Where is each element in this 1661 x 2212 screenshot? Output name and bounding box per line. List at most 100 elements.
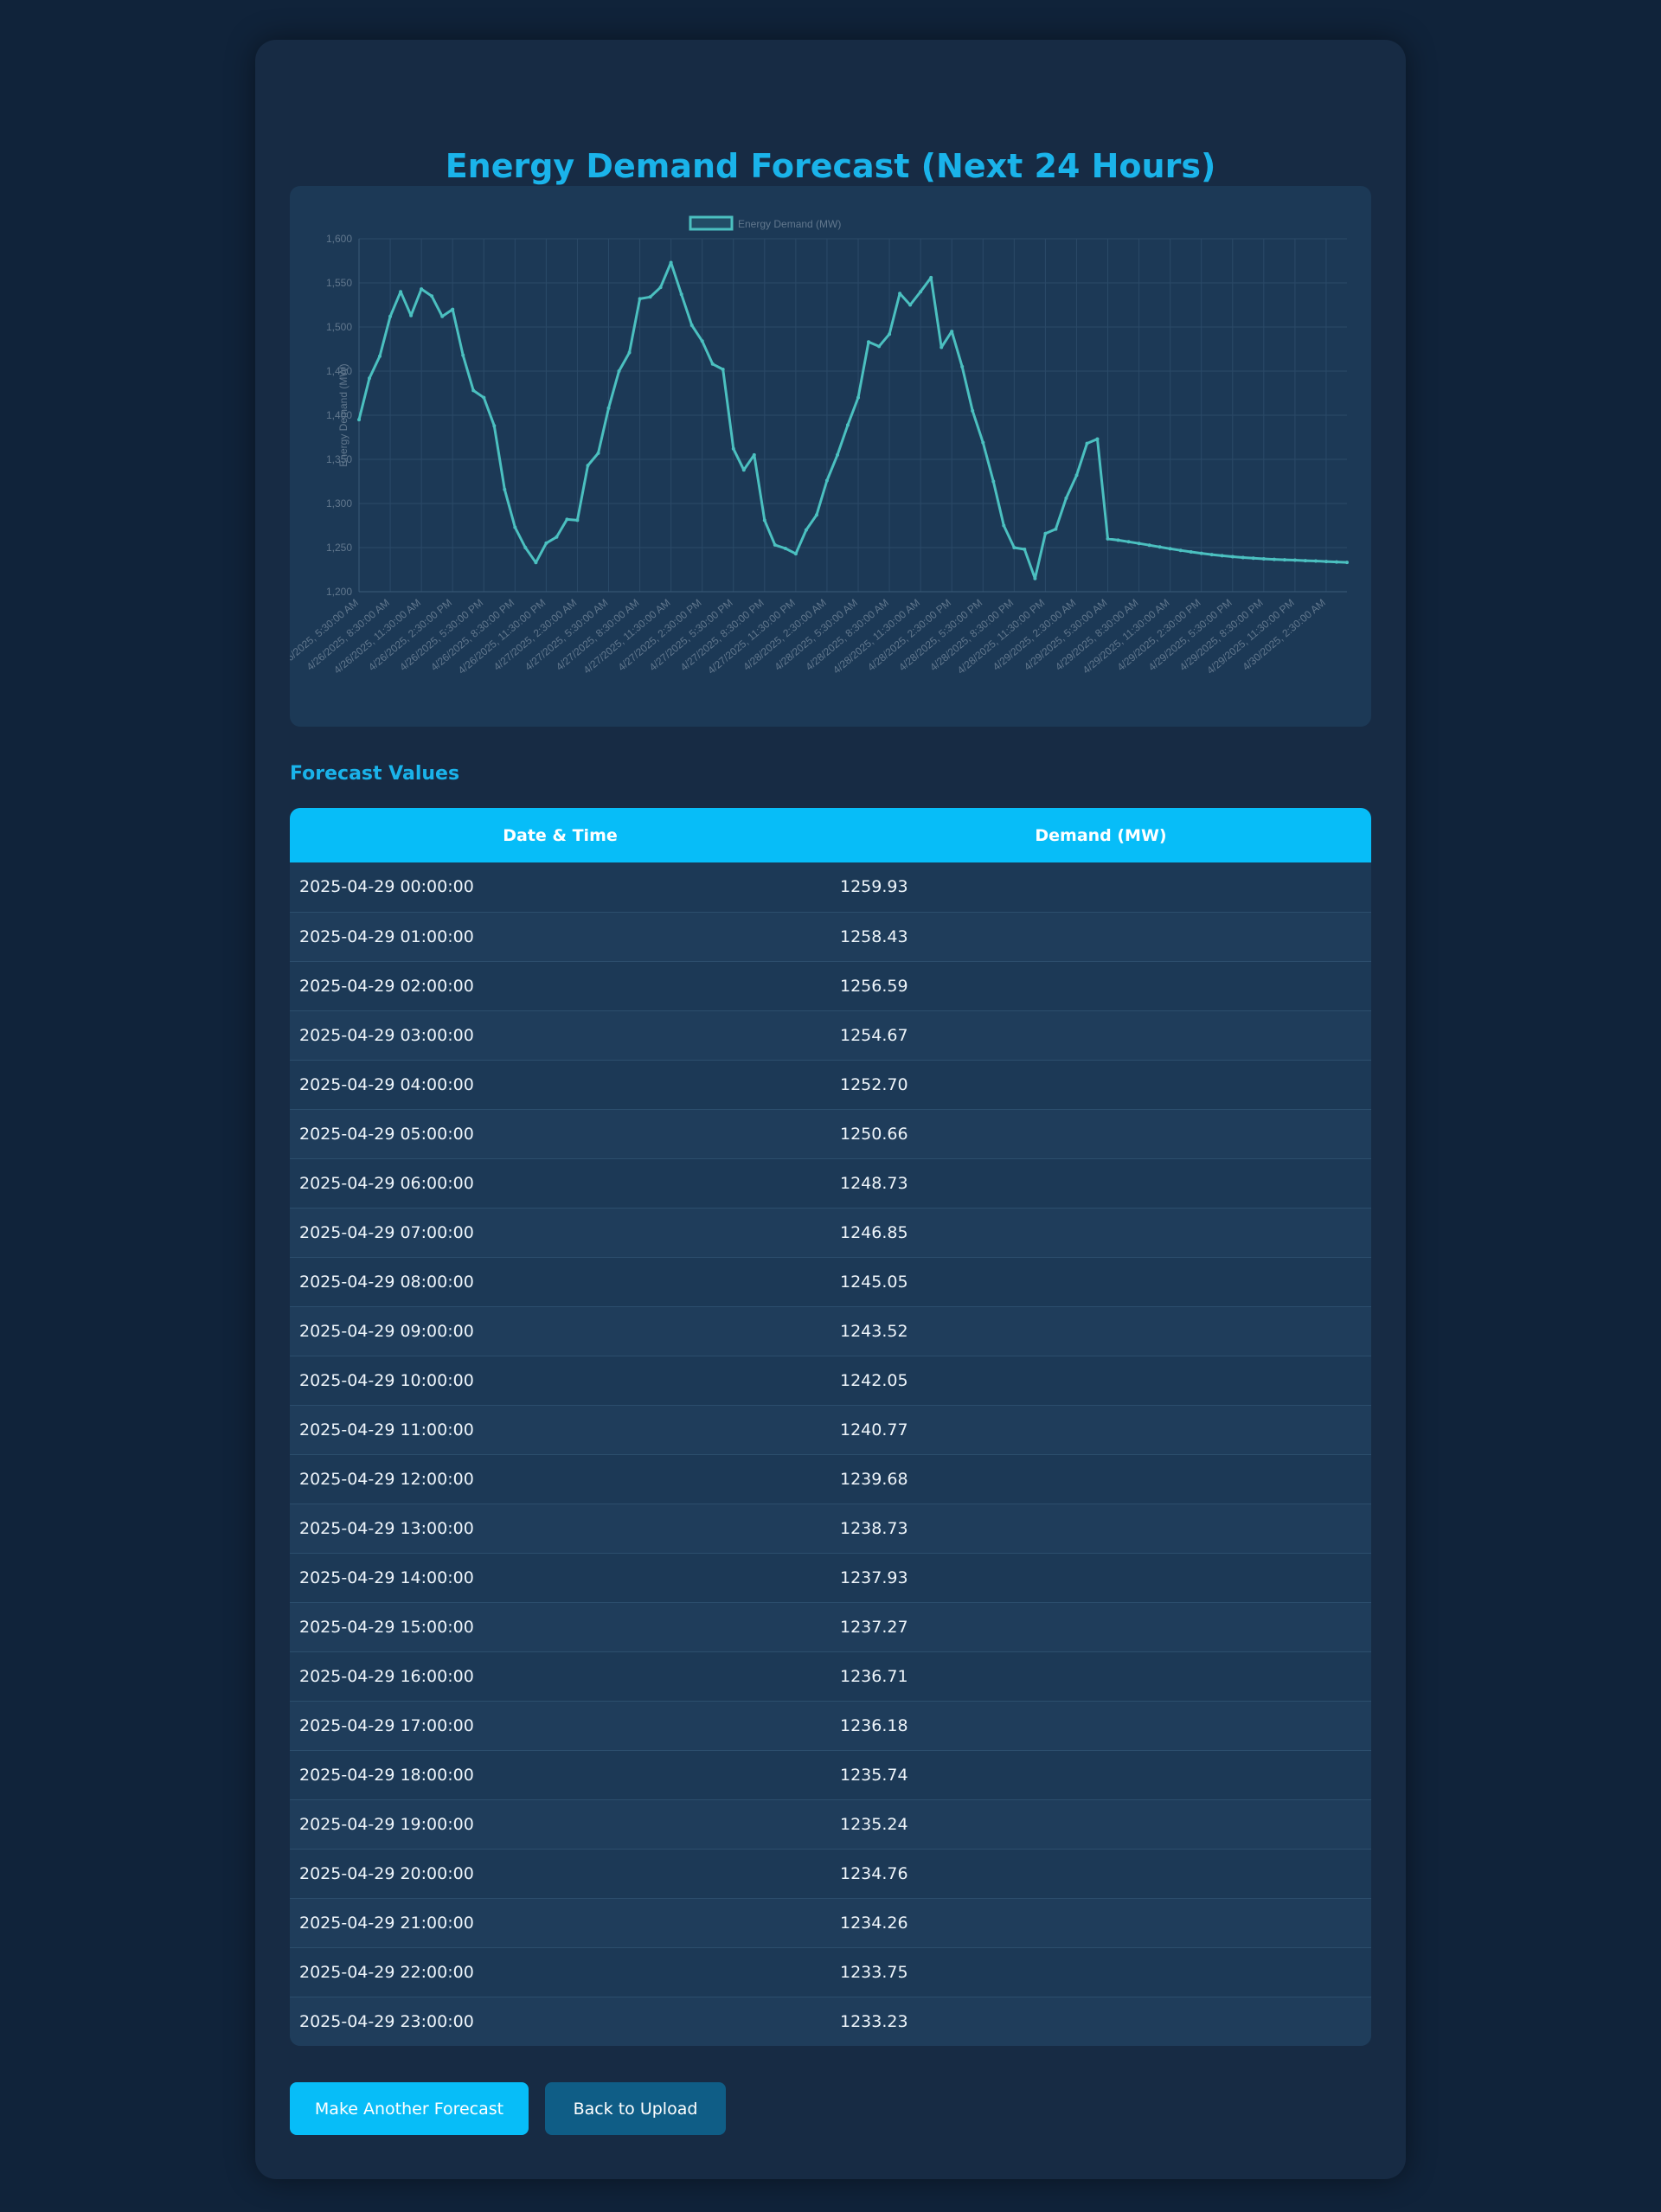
data-point	[1002, 523, 1006, 528]
demand-cell: 1258.43	[840, 926, 908, 946]
back-to-upload-button[interactable]: Back to Upload	[545, 2082, 726, 2135]
data-point	[1272, 557, 1276, 561]
demand-cell: 1236.18	[840, 1715, 908, 1735]
datetime-cell: 2025-04-29 22:00:00	[299, 1962, 474, 1982]
data-point	[378, 354, 382, 358]
data-point	[471, 388, 476, 393]
make-another-forecast-button[interactable]: Make Another Forecast	[290, 2082, 529, 2135]
datetime-cell: 2025-04-29 14:00:00	[299, 1568, 474, 1587]
datetime-cell: 2025-04-29 18:00:00	[299, 1765, 474, 1785]
data-point	[1199, 551, 1203, 555]
column-header-demand: Demand (MW)	[1035, 825, 1167, 845]
table-row: 2025-04-29 16:00:00 1236.71	[290, 1651, 1371, 1701]
data-point	[1147, 543, 1151, 548]
table-body: 2025-04-29 00:00:00 1259.93 2025-04-29 01:…	[290, 862, 1371, 2046]
data-point	[1106, 536, 1110, 541]
data-point	[1137, 542, 1141, 546]
datetime-cell: 2025-04-29 06:00:00	[299, 1173, 474, 1193]
data-point	[856, 395, 860, 400]
data-point	[430, 294, 434, 298]
demand-cell: 1237.93	[840, 1568, 908, 1587]
table-row: 2025-04-29 13:00:00 1238.73	[290, 1504, 1371, 1553]
data-point	[1241, 555, 1245, 560]
table-row: 2025-04-29 08:00:00 1245.05	[290, 1257, 1371, 1306]
data-point	[627, 350, 632, 355]
data-point	[1033, 576, 1037, 580]
data-point	[898, 292, 902, 296]
demand-cell: 1256.59	[840, 976, 908, 996]
table-row: 2025-04-29 10:00:00 1242.05	[290, 1356, 1371, 1405]
demand-cell: 1242.05	[840, 1370, 908, 1390]
data-point	[534, 561, 538, 565]
y-tick-label: 1,250	[326, 542, 352, 554]
series-line	[357, 261, 1348, 580]
data-point	[388, 314, 393, 318]
table-row: 2025-04-29 00:00:00 1259.93	[290, 862, 1371, 912]
data-point	[451, 307, 455, 311]
y-axis-title: Energy Demand (MW)	[337, 363, 350, 466]
data-point	[482, 395, 486, 400]
data-point	[565, 517, 569, 522]
data-point	[1085, 441, 1089, 446]
legend-label: Energy Demand (MW)	[738, 218, 841, 230]
data-point	[836, 452, 839, 457]
chart-panel: 1,600 1,550 1,500 1,450 1,400 1,350 1,300 1,250…	[290, 186, 1371, 727]
data-point	[555, 535, 559, 539]
table-row: 2025-04-29 04:00:00 1252.70	[290, 1060, 1371, 1109]
datetime-cell: 2025-04-29 20:00:00	[299, 1863, 474, 1883]
demand-cell: 1236.71	[840, 1666, 908, 1686]
data-point	[503, 487, 507, 491]
demand-cell: 1252.70	[840, 1074, 908, 1094]
y-tick-label: 1,600	[326, 233, 352, 245]
data-point	[440, 314, 445, 318]
data-point	[669, 260, 673, 265]
datetime-cell: 2025-04-29 19:00:00	[299, 1814, 474, 1834]
table-row: 2025-04-29 22:00:00 1233.75	[290, 1947, 1371, 1997]
data-point	[575, 518, 580, 523]
data-point	[1043, 531, 1048, 535]
data-point	[814, 513, 818, 517]
table-row: 2025-04-29 05:00:00 1250.66	[290, 1109, 1371, 1158]
datetime-cell: 2025-04-29 10:00:00	[299, 1370, 474, 1390]
data-point	[824, 478, 829, 483]
data-point	[1251, 556, 1255, 561]
datetime-cell: 2025-04-29 02:00:00	[299, 976, 474, 996]
data-point	[1313, 559, 1318, 563]
data-point	[523, 546, 528, 549]
datetime-cell: 2025-04-29 05:00:00	[299, 1124, 474, 1144]
demand-cell: 1239.68	[840, 1469, 908, 1489]
data-point	[638, 297, 642, 301]
table-row: 2025-04-29 19:00:00 1235.24	[290, 1799, 1371, 1849]
demand-cell: 1246.85	[840, 1222, 908, 1242]
data-point	[1054, 527, 1058, 531]
legend-swatch	[689, 215, 734, 231]
table-row: 2025-04-29 06:00:00 1248.73	[290, 1158, 1371, 1208]
data-point	[700, 339, 704, 343]
data-point	[1095, 437, 1100, 441]
datetime-cell: 2025-04-29 13:00:00	[299, 1518, 474, 1538]
datetime-cell: 2025-04-29 09:00:00	[299, 1321, 474, 1341]
data-point	[991, 479, 996, 484]
page-title: Energy Demand Forecast (Next 24 Hours)	[445, 147, 1216, 185]
table-row: 2025-04-29 17:00:00 1236.18	[290, 1701, 1371, 1750]
table-row: 2025-04-29 03:00:00 1254.67	[290, 1010, 1371, 1060]
datetime-cell: 2025-04-29 00:00:00	[299, 877, 474, 897]
data-point	[804, 528, 808, 532]
data-point	[741, 468, 746, 472]
datetime-cell: 2025-04-29 23:00:00	[299, 2011, 474, 2031]
data-point	[773, 542, 777, 547]
table-row: 2025-04-29 21:00:00 1234.26	[290, 1898, 1371, 1947]
data-point	[461, 353, 465, 357]
data-point	[710, 362, 715, 366]
table-row: 2025-04-29 09:00:00 1243.52	[290, 1306, 1371, 1356]
demand-cell: 1238.73	[840, 1518, 908, 1538]
y-tick-label: 1,300	[326, 497, 352, 510]
y-tick-label: 1,550	[326, 277, 352, 289]
datetime-cell: 2025-04-29 16:00:00	[299, 1666, 474, 1686]
demand-cell: 1235.74	[840, 1765, 908, 1785]
data-point	[762, 518, 766, 523]
demand-cell: 1240.77	[840, 1420, 908, 1439]
data-point	[721, 368, 725, 371]
demand-line-chart: 1,6001,5501,5001,4501,4001,3501,3001,250…	[290, 215, 1349, 676]
table-row: 2025-04-29 11:00:00 1240.77	[290, 1405, 1371, 1454]
